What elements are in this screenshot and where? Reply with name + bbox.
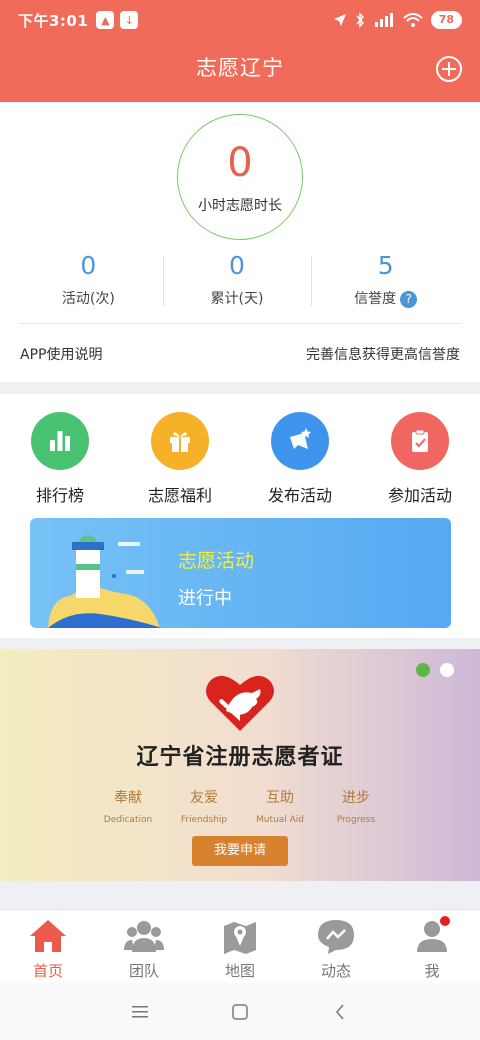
tab-feed[interactable]: 动态: [288, 910, 384, 983]
back-icon: [336, 1004, 344, 1019]
value-zh: 友爱: [190, 790, 218, 806]
value-zh: 互助: [266, 790, 294, 806]
volunteer-heart-logo: [206, 675, 274, 731]
download-icon: ↓: [120, 11, 139, 29]
app-guide-link[interactable]: APP使用说明: [20, 344, 102, 364]
tab-home[interactable]: 首页: [0, 910, 96, 983]
feature-section: 排行榜 志愿福利 发布活动 参加活动 志愿活动 进行中: [0, 394, 480, 638]
menu-icon: [132, 1005, 148, 1017]
carousel-indicator[interactable]: [416, 663, 454, 677]
tab-team[interactable]: 团队: [96, 910, 192, 983]
values-row: 奉献 Dedication 友爱 Friendship 互助 Mutual Aid 进…: [92, 787, 392, 825]
back-button[interactable]: [325, 997, 355, 1027]
menu-button[interactable]: [125, 997, 155, 1027]
grid-item-label: 发布活动: [267, 486, 332, 505]
system-navigation-bar: [0, 983, 480, 1040]
value-en: Dedication: [103, 815, 153, 825]
value-en: Progress: [336, 815, 376, 825]
stat-label: 信誉度: [354, 291, 397, 307]
stat-value: 0: [80, 251, 97, 280]
ranking-icon: [31, 412, 89, 470]
divider: [20, 323, 460, 324]
tab-label: 团队: [128, 962, 159, 980]
page-title: 志愿辽宁: [196, 56, 284, 80]
map-icon: [224, 922, 256, 954]
certificate-title: 辽宁省注册志愿者证: [136, 745, 344, 770]
stat-value: 5: [377, 251, 394, 280]
certificate-carousel[interactable]: 辽宁省注册志愿者证 奉献 Dedication 友爱 Friendship 互助 Mu…: [0, 649, 480, 881]
app-notification-icon: ▲: [96, 11, 115, 29]
signal-icon: [374, 13, 393, 27]
team-icon: [124, 921, 164, 952]
status-bar: 下午3:01 ▲ ↓ 78: [0, 0, 480, 40]
tab-label: 地图: [224, 962, 255, 980]
volunteer-hours-value: 0: [227, 140, 253, 186]
stat-activities[interactable]: 0 活动(次): [14, 252, 163, 308]
value-zh: 进步: [342, 790, 370, 806]
bluetooth-icon: [356, 12, 364, 28]
volunteer-hours-label: 小时志愿时长: [198, 198, 282, 214]
wifi-icon: [403, 13, 423, 27]
gift-icon: [151, 412, 209, 470]
value-zh: 奉献: [114, 790, 142, 806]
tab-map[interactable]: 地图: [192, 910, 288, 983]
value-en: Mutual Aid: [256, 815, 304, 825]
help-icon[interactable]: ?: [400, 290, 418, 308]
tab-label: 动态: [320, 962, 351, 980]
location-icon: [333, 14, 346, 26]
app-header: 下午3:01 ▲ ↓ 78 志愿辽宁: [0, 0, 480, 102]
volunteer-hours-ring[interactable]: 0 小时志愿时长: [177, 114, 303, 240]
grid-item-welfare[interactable]: 志愿福利: [120, 412, 240, 506]
clipboard-icon: [391, 412, 449, 470]
square-icon: [232, 1003, 248, 1020]
battery-icon: 78: [430, 11, 462, 29]
carousel-dot[interactable]: [440, 663, 454, 677]
carousel-dot[interactable]: [416, 663, 430, 677]
add-button[interactable]: [436, 56, 462, 82]
stat-credibility[interactable]: 5 信誉度?: [311, 252, 460, 308]
tab-label: 我: [424, 962, 440, 980]
chat-icon: [318, 920, 354, 954]
stat-value: 0: [229, 251, 245, 280]
banner-title: 志愿活动: [178, 550, 255, 572]
tab-label: 首页: [32, 962, 63, 980]
apply-button[interactable]: 我要申请: [192, 836, 288, 866]
grid-item-join[interactable]: 参加活动: [360, 412, 480, 506]
stats-row: 0 活动(次) 0 累计(天) 5 信誉度?: [14, 252, 460, 308]
value-en: Friendship: [180, 815, 228, 825]
activity-banner[interactable]: 志愿活动 进行中: [30, 518, 451, 628]
home-button[interactable]: [225, 997, 255, 1027]
banner-subtitle: 进行中: [178, 588, 232, 609]
grid-item-ranking[interactable]: 排行榜: [0, 412, 120, 506]
complete-info-link[interactable]: 完善信息获得更高信誉度: [306, 344, 460, 364]
stat-days[interactable]: 0 累计(天): [162, 251, 312, 308]
grid-item-label: 志愿福利: [147, 486, 212, 505]
notification-badge: [440, 916, 450, 926]
grid-item-publish[interactable]: 发布活动: [240, 412, 360, 506]
tab-me[interactable]: 我: [384, 910, 480, 983]
grid-item-label: 排行榜: [35, 486, 84, 505]
publish-icon: [271, 412, 329, 470]
stat-label: 活动(次): [61, 291, 115, 307]
tab-bar: 首页 团队 地图 动态 我: [0, 909, 480, 983]
grid-item-label: 参加活动: [387, 486, 452, 505]
lighthouse-illustration: [48, 535, 162, 628]
home-icon: [30, 920, 66, 952]
feature-grid: 排行榜 志愿福利 发布活动 参加活动: [0, 412, 480, 506]
status-time: 下午3:01: [18, 11, 89, 30]
stat-label: 累计(天): [210, 291, 264, 307]
volunteer-summary: 0 小时志愿时长 0 活动(次) 0 累计(天) 5 信誉度? APP使用说明 …: [0, 102, 480, 382]
